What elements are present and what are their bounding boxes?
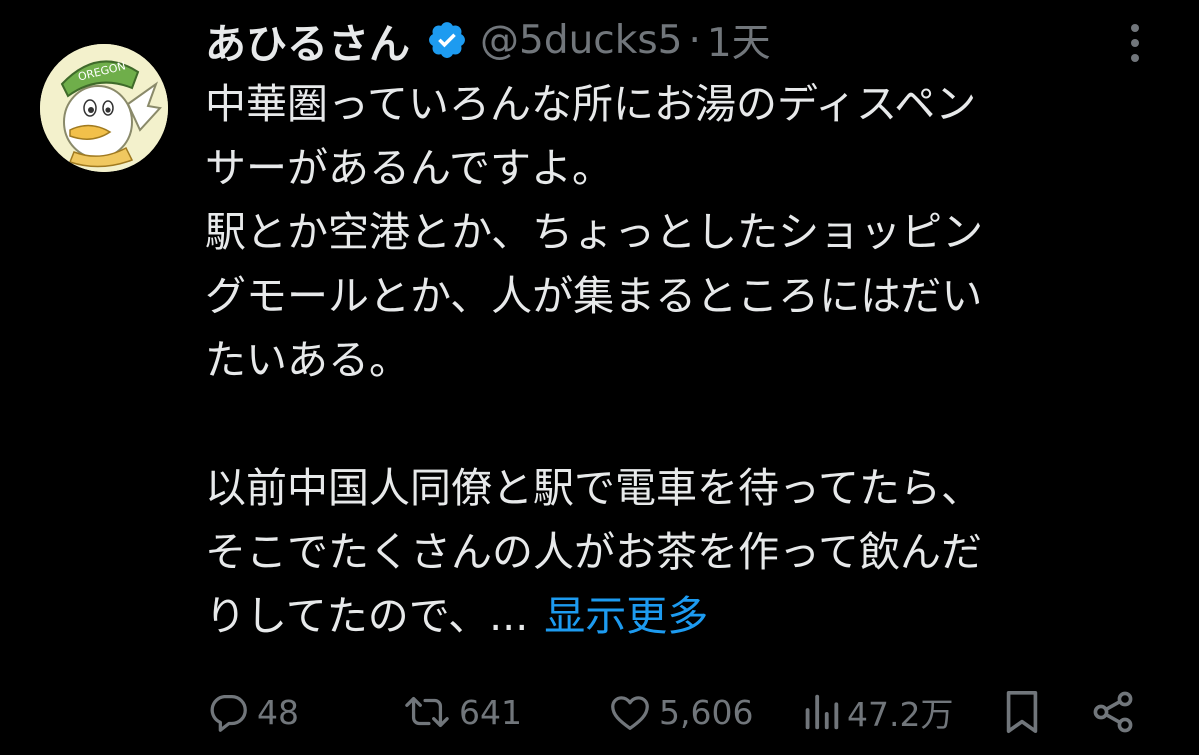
reply-button[interactable]: 48	[205, 682, 299, 742]
heart-icon	[611, 696, 649, 730]
post-text-line: たいある。	[205, 336, 410, 384]
author-name[interactable]: あひるさん	[205, 10, 410, 70]
post-timestamp[interactable]: 1天	[707, 12, 771, 68]
action-bar: 48 641 5,606 47.2万	[205, 682, 1145, 742]
views-chart-icon	[805, 694, 839, 730]
post-text-truncated: りしてたので、...	[205, 592, 529, 640]
post-text-line: 以前中国人同僚と駅で電車を待ってたら、	[205, 464, 982, 512]
post-text-line: そこでたくさんの人がお茶を作って飲んだ	[205, 528, 982, 576]
header-separator: ·	[688, 17, 701, 63]
like-count: 5,606	[659, 692, 754, 732]
more-options-icon[interactable]	[1120, 20, 1150, 66]
repost-button[interactable]: 641	[401, 682, 522, 742]
views-button[interactable]: 47.2万	[801, 682, 953, 742]
reply-icon	[210, 695, 247, 732]
verified-badge-icon	[426, 19, 468, 61]
bookmark-button[interactable]	[999, 682, 1045, 742]
post-text: 中華圏っていろんな所にお湯のディスペン サーがあるんですよ。 駅とか空港とか、ち…	[205, 72, 1165, 648]
post-text-line: 中華圏っていろんな所にお湯のディスペン	[205, 80, 977, 128]
post-text-line-last: りしてたので、... 显示更多	[205, 584, 1165, 648]
repost-count: 641	[459, 692, 522, 732]
post-text-line: 駅とか空港とか、ちょっとしたショッピン	[205, 208, 984, 256]
like-button[interactable]: 5,606	[607, 682, 753, 742]
duck-avatar-image: OREGON	[40, 44, 168, 172]
views-count: 47.2万	[847, 695, 954, 734]
share-button[interactable]	[1089, 682, 1137, 742]
bookmark-icon	[1006, 691, 1038, 733]
share-icon	[1093, 691, 1133, 733]
post-header: あひるさん @5ducks5 · 1天	[205, 10, 771, 70]
reply-count: 48	[257, 692, 299, 732]
post-text-line: サーがあるんですよ。	[205, 144, 613, 192]
repost-icon	[405, 696, 449, 728]
avatar[interactable]: OREGON	[40, 44, 168, 172]
post-text-line: グモールとか、人が集まるところにはだい	[205, 272, 983, 320]
author-handle[interactable]: @5ducks5	[480, 18, 682, 63]
show-more-link[interactable]: 显示更多	[544, 592, 708, 640]
